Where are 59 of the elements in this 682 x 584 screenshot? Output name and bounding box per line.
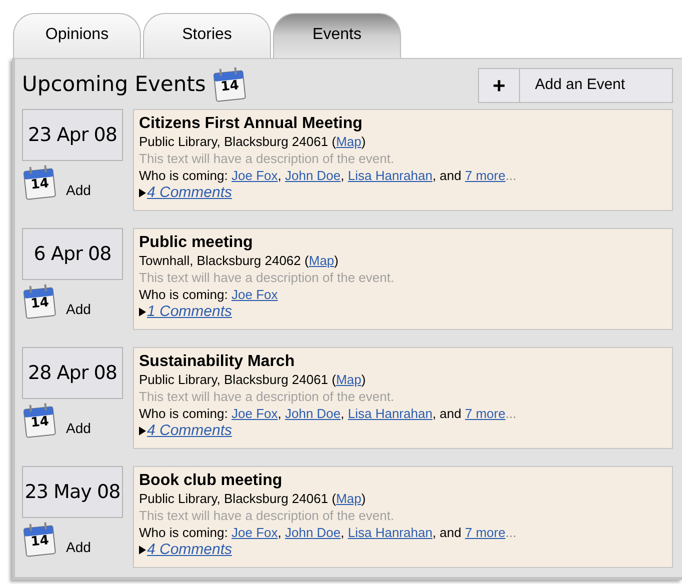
event-location: Public Library, Blacksburg 24061 (Map) bbox=[139, 133, 367, 150]
tab[interactable]: Opinions bbox=[13, 13, 141, 58]
attendees-line: Who is coming: Joe Fox, John Doe, Lisa Hanrahan, and 7 more... bbox=[139, 167, 518, 184]
comments-link[interactable]: 4 Comments bbox=[147, 541, 232, 558]
more-link[interactable]: 7 more bbox=[465, 168, 506, 183]
date-box: 23 May 08 bbox=[22, 466, 123, 518]
tab[interactable]: Stories bbox=[143, 13, 271, 58]
attendees-line: Who is coming: Joe Fox, John Doe, Lisa Hanrahan, and 7 more... bbox=[139, 405, 518, 422]
section-title: Upcoming Events bbox=[22, 71, 206, 98]
comments-link[interactable]: 1 Comments bbox=[147, 303, 232, 320]
map-link[interactable]: Map bbox=[336, 491, 362, 506]
add-link[interactable]: Add bbox=[66, 180, 91, 201]
attendee-link[interactable]: John Doe bbox=[284, 406, 341, 421]
tab[interactable]: Events bbox=[273, 13, 401, 58]
event-location: Townhall, Blacksburg 24062 (Map) bbox=[139, 252, 340, 269]
event-title: Public meeting bbox=[139, 234, 254, 252]
attendee-link[interactable]: John Doe bbox=[284, 525, 341, 540]
event-title: Citizens First Annual Meeting bbox=[139, 115, 364, 133]
attendee-link[interactable]: Joe Fox bbox=[232, 525, 278, 540]
disclosure-triangle-icon[interactable] bbox=[139, 426, 146, 436]
event-description: This text will have a description of the event. bbox=[139, 388, 396, 405]
more-link[interactable]: 7 more bbox=[465, 406, 506, 421]
event-location: Public Library, Blacksburg 24061 (Map) bbox=[139, 371, 367, 388]
map-link[interactable]: Map bbox=[336, 372, 362, 387]
event-description: This text will have a description of the event. bbox=[139, 269, 396, 286]
date-box: 23 Apr 08 bbox=[22, 109, 123, 161]
add-link[interactable]: Add bbox=[66, 418, 91, 439]
attendees-line: Who is coming: Joe Fox bbox=[139, 286, 279, 303]
calendar-icon: 14 bbox=[22, 522, 58, 558]
disclosure-triangle-icon[interactable] bbox=[139, 306, 146, 316]
more-link[interactable]: 7 more bbox=[465, 525, 506, 540]
attendee-link[interactable]: Joe Fox bbox=[232, 287, 278, 302]
event-location: Public Library, Blacksburg 24061 (Map) bbox=[139, 490, 367, 507]
calendar-icon: 14 bbox=[212, 67, 248, 103]
attendees-line: Who is coming: Joe Fox, John Doe, Lisa Hanrahan, and 7 more... bbox=[139, 524, 518, 541]
comments-link[interactable]: 4 Comments bbox=[147, 422, 232, 439]
calendar-icon: 14 bbox=[22, 403, 58, 439]
date-box: 6 Apr 08 bbox=[22, 228, 123, 280]
map-link[interactable]: Map bbox=[308, 253, 334, 268]
map-link[interactable]: Map bbox=[336, 134, 362, 149]
attendee-link[interactable]: Joe Fox bbox=[232, 406, 278, 421]
add-link[interactable]: Add bbox=[66, 537, 91, 558]
add-link[interactable]: Add bbox=[66, 299, 91, 320]
calendar-icon: 14 bbox=[22, 284, 58, 320]
comments-link[interactable]: 4 Comments bbox=[147, 184, 232, 201]
attendee-link[interactable]: John Doe bbox=[284, 168, 341, 183]
disclosure-triangle-icon[interactable] bbox=[139, 544, 146, 554]
event-description: This text will have a description of the event. bbox=[139, 507, 396, 524]
event-description: This text will have a description of the event. bbox=[139, 150, 396, 167]
calendar-icon: 14 bbox=[22, 165, 58, 201]
event-title: Book club meeting bbox=[139, 472, 284, 490]
add-event-button[interactable]: + Add an Event bbox=[478, 68, 673, 102]
attendee-link[interactable]: Lisa Hanrahan bbox=[348, 406, 432, 421]
event-title: Sustainability March bbox=[139, 353, 296, 371]
attendee-link[interactable]: Joe Fox bbox=[232, 168, 278, 183]
attendee-link[interactable]: Lisa Hanrahan bbox=[348, 525, 432, 540]
date-box: 28 Apr 08 bbox=[22, 347, 123, 399]
attendee-link[interactable]: Lisa Hanrahan bbox=[348, 168, 432, 183]
disclosure-triangle-icon[interactable] bbox=[139, 188, 146, 198]
